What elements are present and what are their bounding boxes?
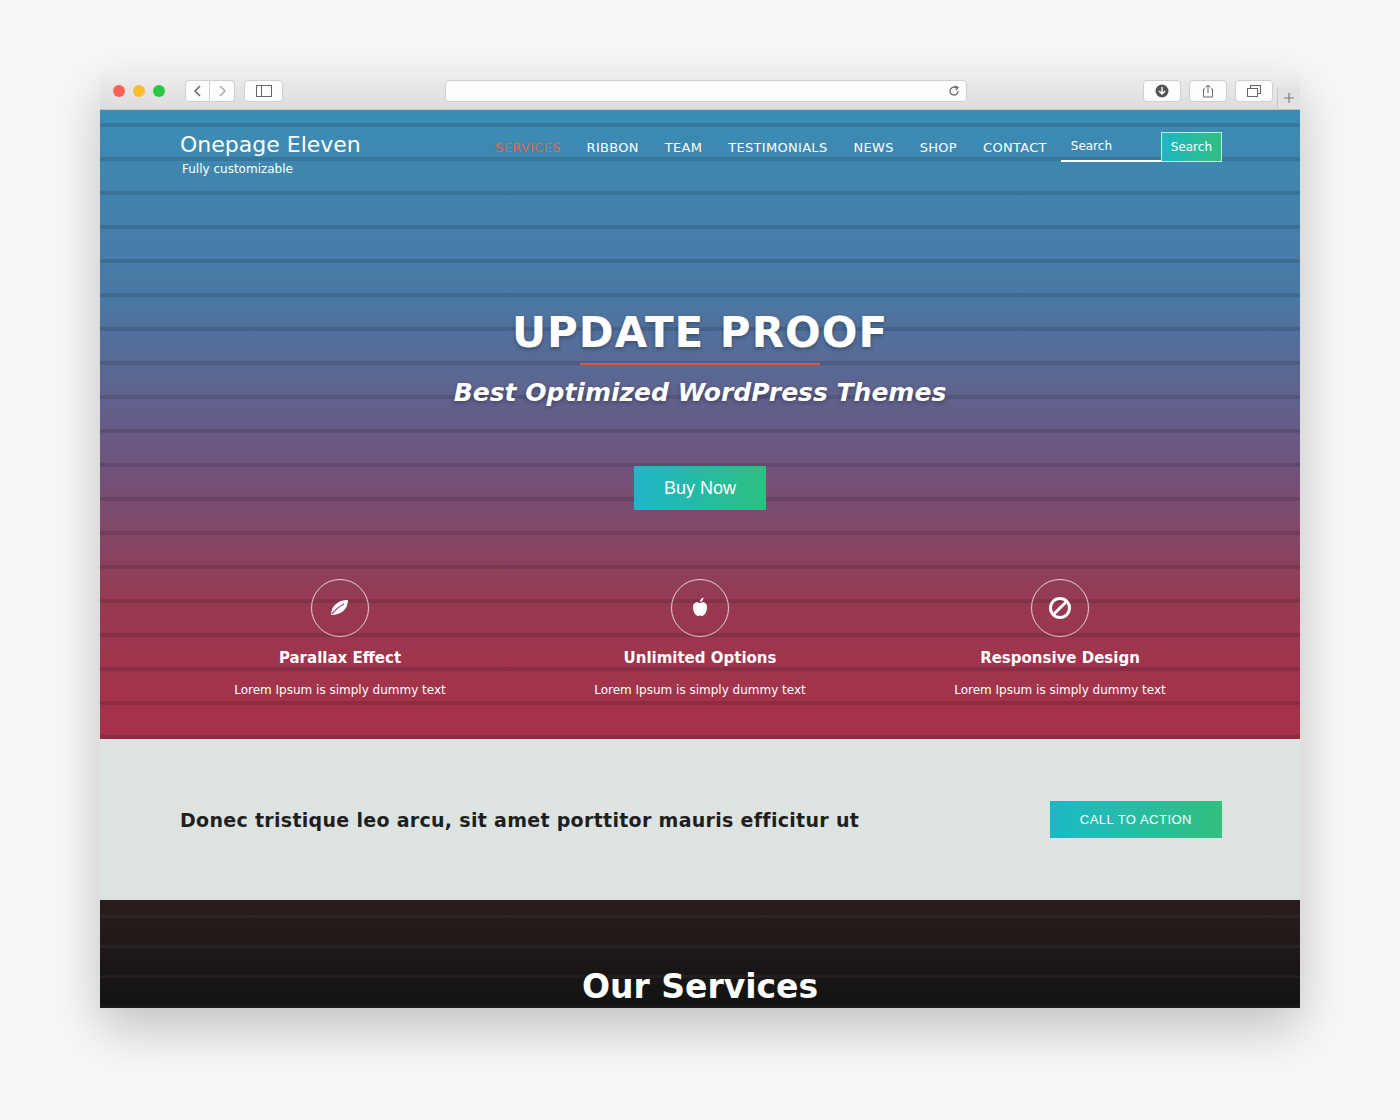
menu-item[interactable]: TEAM	[665, 138, 702, 158]
feature-item: Responsive Design Lorem Ipsum is simply d…	[880, 579, 1240, 699]
back-arrow-icon	[193, 85, 203, 97]
feature-list: Parallax Effect Lorem Ipsum is simply dum…	[100, 579, 1300, 699]
header-right: SERVICES RIBBON TEAM TESTIMONIALS NEWS SHOP CO…	[495, 132, 1222, 162]
forward-button[interactable]	[210, 80, 235, 102]
feature-title: Parallax Effect	[279, 647, 401, 669]
site-logo[interactable]: Onepage Eleven	[180, 132, 361, 158]
search-input[interactable]	[1061, 132, 1161, 162]
zoom-button[interactable]	[153, 85, 165, 97]
tabs-button[interactable]	[1235, 80, 1273, 102]
feature-text: Lorem Ipsum is simply dummy text	[594, 681, 806, 699]
buy-now-button[interactable]: Buy Now	[634, 466, 766, 510]
share-button[interactable]	[1189, 80, 1227, 102]
page-content: Onepage Eleven Fully customizable SERVICES…	[100, 110, 1300, 1008]
feature-icon-circle	[1031, 579, 1089, 637]
title-underline	[580, 363, 820, 365]
hero-body: UPDATE PROOF Best Optimized WordPress The…	[100, 178, 1300, 510]
menu-item[interactable]: TESTIMONIALS	[728, 138, 827, 158]
menu-item[interactable]: NEWS	[853, 138, 893, 158]
services-title: Our Services	[582, 967, 818, 1008]
address-bar[interactable]	[445, 80, 967, 102]
minimize-button[interactable]	[133, 85, 145, 97]
feature-item: Unlimited Options Lorem Ipsum is simply d…	[520, 579, 880, 699]
reload-icon[interactable]	[948, 85, 960, 97]
tabs-icon	[1247, 85, 1261, 97]
search-button[interactable]: Search	[1161, 132, 1222, 162]
download-icon	[1155, 84, 1169, 98]
site-brand: Onepage Eleven Fully customizable	[180, 132, 361, 178]
cta-text: Donec tristique leo arcu, sit amet portt…	[180, 807, 859, 833]
forward-arrow-icon	[217, 85, 227, 97]
leaf-icon	[327, 595, 353, 621]
menu-item[interactable]: RIBBON	[587, 138, 639, 158]
call-to-action-button[interactable]: CALL TO ACTION	[1050, 801, 1222, 838]
close-button[interactable]	[113, 85, 125, 97]
window-controls	[113, 85, 165, 97]
browser-toolbar	[100, 72, 1300, 110]
sidebar-icon	[256, 85, 272, 97]
downloads-button[interactable]	[1143, 80, 1181, 102]
site-tagline: Fully customizable	[180, 160, 361, 178]
site-header: Onepage Eleven Fully customizable SERVICES…	[100, 110, 1300, 178]
services-section: Our Services	[100, 900, 1300, 1008]
new-tab-button[interactable]	[1277, 87, 1300, 109]
hero-section: Onepage Eleven Fully customizable SERVICES…	[100, 110, 1300, 739]
toolbar-actions	[1143, 80, 1273, 102]
apple-icon	[687, 595, 713, 621]
main-menu: SERVICES RIBBON TEAM TESTIMONIALS NEWS SHOP CO…	[495, 138, 1047, 158]
call-to-action-section: Donec tristique leo arcu, sit amet portt…	[100, 739, 1300, 900]
menu-item[interactable]: SHOP	[920, 138, 957, 158]
plus-icon	[1283, 92, 1295, 104]
feature-text: Lorem Ipsum is simply dummy text	[954, 681, 1166, 699]
feature-item: Parallax Effect Lorem Ipsum is simply dum…	[160, 579, 520, 699]
hero-subtitle: Best Optimized WordPress Themes	[454, 376, 947, 410]
feature-icon-circle	[311, 579, 369, 637]
feature-icon-circle	[671, 579, 729, 637]
feature-title: Responsive Design	[980, 647, 1140, 669]
menu-item[interactable]: CONTACT	[983, 138, 1047, 158]
hero-title: UPDATE PROOF	[512, 307, 888, 359]
forbidden-icon	[1047, 595, 1073, 621]
feature-title: Unlimited Options	[624, 647, 777, 669]
history-buttons	[185, 80, 235, 102]
menu-item[interactable]: SERVICES	[495, 138, 560, 158]
sidebar-button[interactable]	[244, 80, 283, 102]
back-button[interactable]	[185, 80, 210, 102]
browser-window: Onepage Eleven Fully customizable SERVICES…	[100, 72, 1300, 1008]
share-icon	[1202, 84, 1214, 98]
feature-text: Lorem Ipsum is simply dummy text	[234, 681, 446, 699]
